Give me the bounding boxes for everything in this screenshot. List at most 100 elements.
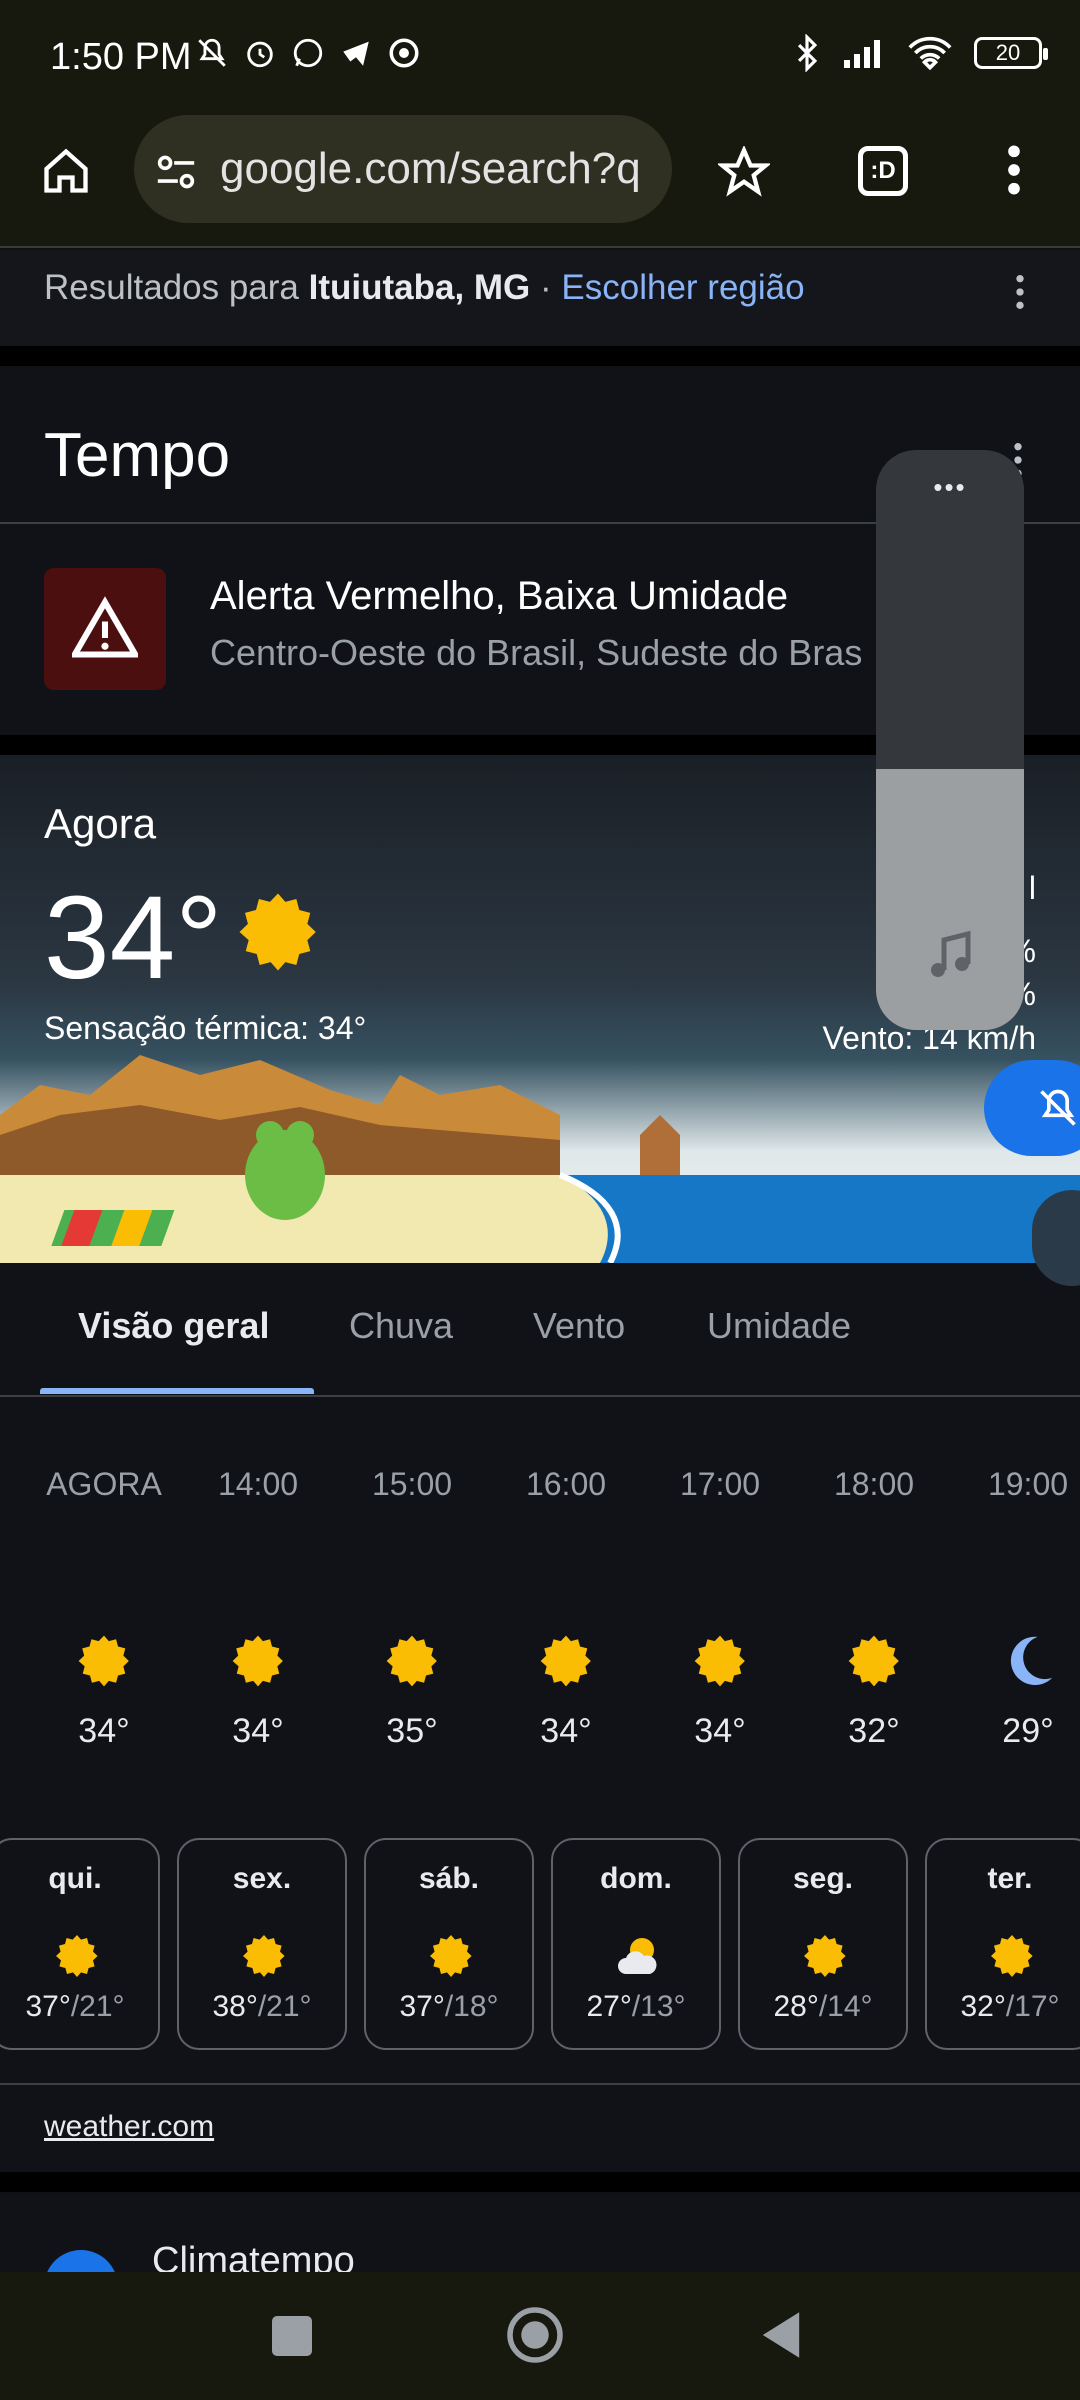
hour-temperature: 34° [694,1712,746,1750]
temp-separator: / [70,1990,80,2023]
day-card[interactable]: ter. 32°/17° [925,1838,1080,2050]
tab-rain[interactable]: Chuva [349,1305,453,1347]
day-card[interactable]: seg. 28°/14° [738,1838,908,2050]
hour-label: 16:00 [525,1466,607,1502]
active-tab-indicator [40,1388,314,1394]
alert-title[interactable]: Alerta Vermelho, Baixa Umidade [210,574,788,619]
day-low: 21° [266,1990,312,2023]
hour-label: 14:00 [217,1466,299,1502]
sun-icon [848,1635,899,1687]
day-card[interactable]: sex. 38°/21° [177,1838,347,2050]
day-name: sáb. [418,1862,480,1895]
current-temperature: 34° [44,872,223,1004]
day-temperature-range: 37°/21° [0,1990,158,2024]
day-temperature-range: 32°/17° [927,1990,1080,2024]
day-card[interactable]: qui. 37°/21° [0,1838,160,2050]
day-high: 38° [212,1990,258,2023]
day-low: 13° [640,1990,686,2023]
day-name: dom. [600,1862,672,1895]
results-for-text: Resultados para Ituiutaba, MG · Escolher… [44,268,805,308]
sun-icon [430,1935,472,1977]
music-note-icon [931,930,971,977]
sun-icon [386,1635,437,1687]
feels-like: Sensação térmica: 34° [44,1010,367,1046]
sun-icon [78,1635,129,1687]
day-low: 17° [1014,1990,1060,2023]
volume-menu-dots[interactable]: ••• [876,472,1024,503]
day-name: sex. [232,1862,292,1895]
sun-icon [991,1935,1033,1977]
home-button[interactable] [505,2305,565,2365]
moon-icon [1010,1636,1053,1686]
hour-temperature: 34° [540,1712,592,1750]
precipitation-stat: l [1028,870,1036,906]
sun-icon [232,1635,283,1687]
temp-separator: / [1005,1990,1015,2023]
day-high: 32° [960,1990,1006,2023]
url-text[interactable]: google.com/search?q [220,144,641,194]
volume-level-fill[interactable] [876,769,1024,1030]
now-label: Agora [44,800,157,847]
day-high: 37° [25,1990,71,2023]
region-more-icon[interactable] [1010,272,1030,312]
whatsapp-icon [293,38,323,68]
sun-icon [540,1635,591,1687]
divider [0,346,1080,366]
site-settings-icon[interactable] [154,152,198,192]
sun-icon [243,1935,285,1977]
tab-overview[interactable]: Visão geral [78,1305,269,1347]
day-card[interactable]: dom. 27°/13° [551,1838,721,2050]
signal-icon [844,40,880,68]
home-icon[interactable] [40,145,92,197]
divider [0,2083,1080,2085]
results-prefix: Resultados para [44,268,299,307]
divider [0,2172,1080,2192]
system-icons: 20 [794,34,1048,72]
tab-switcher-button[interactable]: :D [858,146,908,196]
results-location: Ituiutaba, MG [308,268,531,307]
change-region-link[interactable]: Escolher região [561,268,804,307]
hour-label: AGORA [46,1466,162,1502]
hour-label: 17:00 [679,1466,761,1502]
day-card[interactable]: sáb. 37°/18° [364,1838,534,2050]
hour-label: 19:00 [987,1466,1069,1502]
temp-separator: / [257,1990,267,2023]
bookmark-star-icon[interactable] [718,146,770,198]
notification-icons [195,36,421,70]
sun-icon [239,893,316,971]
recents-button[interactable] [272,2316,312,2356]
sun-icon [804,1935,846,1977]
day-low: 18° [453,1990,499,2023]
partly-cloudy-icon [618,1938,657,1974]
tab-wind[interactable]: Vento [533,1305,625,1347]
hour-label: 15:00 [371,1466,453,1502]
hour-temperature: 29° [1002,1712,1054,1750]
day-low: 14° [827,1990,873,2023]
telegram-icon [343,41,369,66]
day-name: qui. [48,1862,102,1895]
hour-label: 18:00 [833,1466,915,1502]
source-link[interactable]: weather.com [44,2110,214,2144]
alert-badge[interactable] [44,568,166,690]
hour-temperature: 34° [232,1712,284,1750]
tab-humidity[interactable]: Umidade [707,1305,851,1347]
day-name: seg. [792,1862,854,1895]
day-high: 27° [586,1990,632,2023]
day-temperature-range: 37°/18° [366,1990,532,2024]
day-temperature-range: 28°/14° [740,1990,906,2024]
day-high: 37° [399,1990,445,2023]
temp-separator: / [818,1990,828,2023]
alert-subtitle: Centro-Oeste do Brasil, Sudeste do Bras [210,632,863,673]
chrome-icon [389,38,419,68]
battery-indicator: 20 [974,37,1048,69]
sun-icon [694,1635,745,1687]
volume-panel[interactable]: ••• [876,450,1024,1030]
bell-off-icon [1040,1089,1076,1126]
wifi-icon [908,36,952,70]
day-high: 28° [773,1990,819,2023]
mute-toggle-button[interactable] [984,1060,1080,1156]
back-button[interactable] [758,2310,804,2360]
more-menu-icon[interactable] [1000,142,1028,198]
day-name: ter. [987,1862,1033,1895]
temp-separator: / [631,1990,641,2023]
